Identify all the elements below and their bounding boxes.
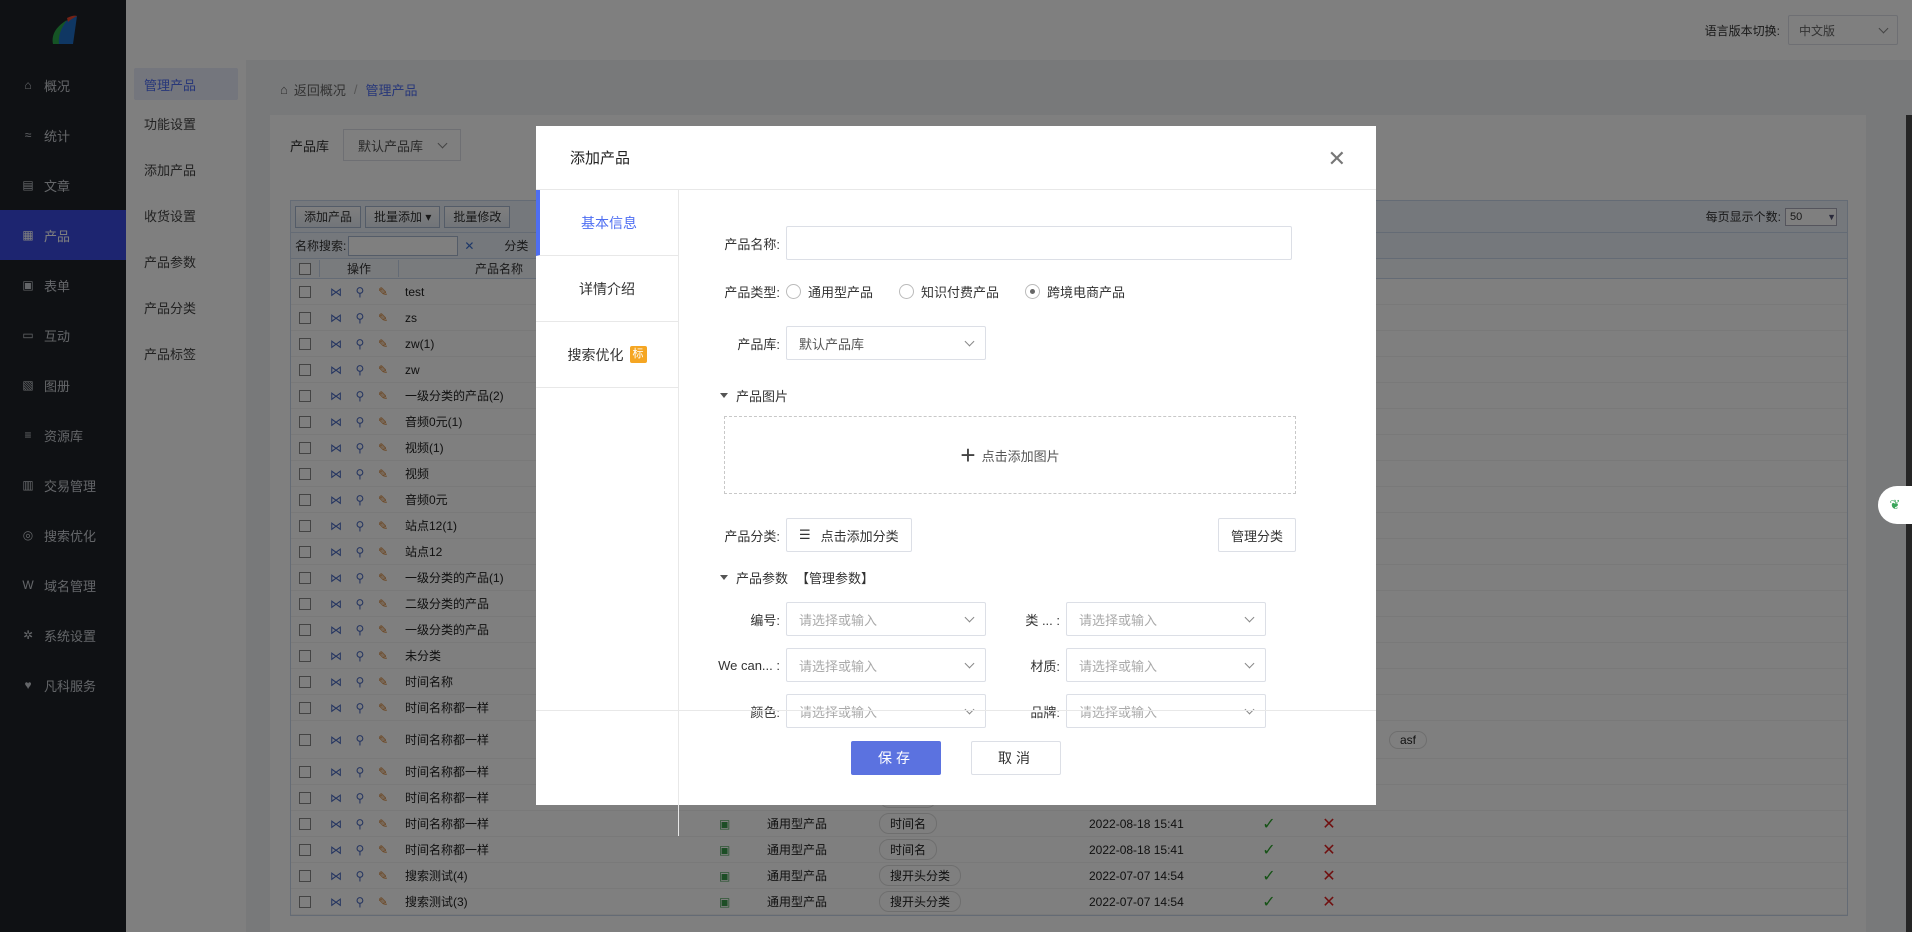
product-type-radio[interactable]: 跨境电商产品 [1025,282,1125,301]
leaf-icon: ❦ [1889,497,1901,512]
product-name-row: 产品名称: [680,226,1292,260]
chevron-down-icon [1244,658,1255,668]
param-placeholder: 请选择或输入 [1079,612,1158,628]
chevron-down-icon [964,336,975,346]
dialog-tab-label: 基本信息 [581,214,637,231]
radio-label: 知识付费产品 [921,284,1000,300]
plus-icon: + [960,439,976,470]
param-select[interactable]: 请选择或输入 [786,648,986,682]
close-icon[interactable]: ✕ [1328,148,1346,170]
param-row: We can... : 请选择或输入 [680,648,986,682]
product-type-radio[interactable]: 知识付费产品 [899,282,999,301]
product-name-label: 产品名称: [724,236,780,252]
images-section-title[interactable]: 产品图片 [720,386,788,405]
param-select[interactable]: 请选择或输入 [1066,602,1266,636]
radio-indicator [1025,283,1041,299]
radio-indicator [786,283,801,299]
manage-params-link[interactable]: 【管理参数】 [796,568,874,587]
product-library-label: 产品库: [737,336,780,352]
list-icon: ☰ [799,527,811,542]
param-placeholder: 请选择或输入 [799,658,878,674]
product-category-label: 产品分类: [724,528,780,544]
dialog-tab[interactable]: 详情介绍 [536,256,678,322]
param-label: 类 ... : [1025,612,1060,628]
product-library-row: 产品库: 默认产品库 [680,326,986,360]
param-label: We can... : [718,657,780,673]
product-type-row: 产品类型: 通用型产品 知识付费产品 跨境电商产品 [680,274,1151,308]
dialog-header: 添加产品 [536,126,1376,190]
dialog-tab[interactable]: 基本信息 [536,190,678,256]
add-category-label: 点击添加分类 [820,528,899,544]
param-placeholder: 请选择或输入 [1079,658,1158,674]
product-type-radio[interactable]: 通用型产品 [786,282,873,301]
dialog-tab-label: 详情介绍 [579,280,635,297]
product-type-label: 产品类型: [724,284,780,300]
param-row: 材质: 请选择或输入 [980,648,1266,682]
product-library-select[interactable]: 默认产品库 [786,326,986,360]
image-upload-area[interactable]: + 点击添加图片 [724,416,1296,494]
product-name-input[interactable] [786,226,1292,260]
param-placeholder: 请选择或输入 [799,612,878,628]
radio-label: 跨境电商产品 [1047,284,1126,300]
images-section-label: 产品图片 [736,389,789,404]
tab-badge: 标 [629,346,647,363]
chevron-down-icon [964,658,975,668]
floating-helper-button[interactable]: ❦ [1878,486,1912,524]
params-section-title[interactable]: 产品参数 【管理参数】 [720,568,874,587]
param-select[interactable]: 请选择或输入 [786,602,986,636]
cancel-button[interactable]: 取消 [971,741,1061,775]
dialog-footer: 保存 取消 [536,710,1376,805]
manage-category-button[interactable]: 管理分类 [1217,518,1296,552]
radio-label: 通用型产品 [808,284,874,300]
upload-text: 点击添加图片 [981,448,1060,464]
param-row: 编号: 请选择或输入 [680,602,986,636]
product-category-row: 产品分类: ☰ 点击添加分类 管理分类 [680,518,1296,552]
dialog-tab[interactable]: 搜索优化标 [536,322,678,388]
param-label: 编号: [750,612,780,628]
param-label: 材质: [1030,658,1060,674]
chevron-down-icon [1244,612,1255,622]
params-section-label: 产品参数 [736,571,789,586]
chevron-down-icon [964,612,975,622]
dialog-title: 添加产品 [570,150,631,167]
radio-indicator [899,283,915,299]
collapse-caret-icon [720,575,728,580]
add-product-dialog: 添加产品 ✕ 基本信息详情介绍搜索优化标 产品名称: 产品类型: 通用型产品 知识… [536,126,1376,836]
param-row: 类 ... : 请选择或输入 [980,602,1266,636]
collapse-caret-icon [720,393,728,398]
save-button[interactable]: 保存 [851,741,941,775]
add-category-button[interactable]: ☰ 点击添加分类 [786,518,912,552]
param-select[interactable]: 请选择或输入 [1066,648,1266,682]
product-library-value: 默认产品库 [799,336,865,352]
dialog-tab-label: 搜索优化 [567,346,624,363]
